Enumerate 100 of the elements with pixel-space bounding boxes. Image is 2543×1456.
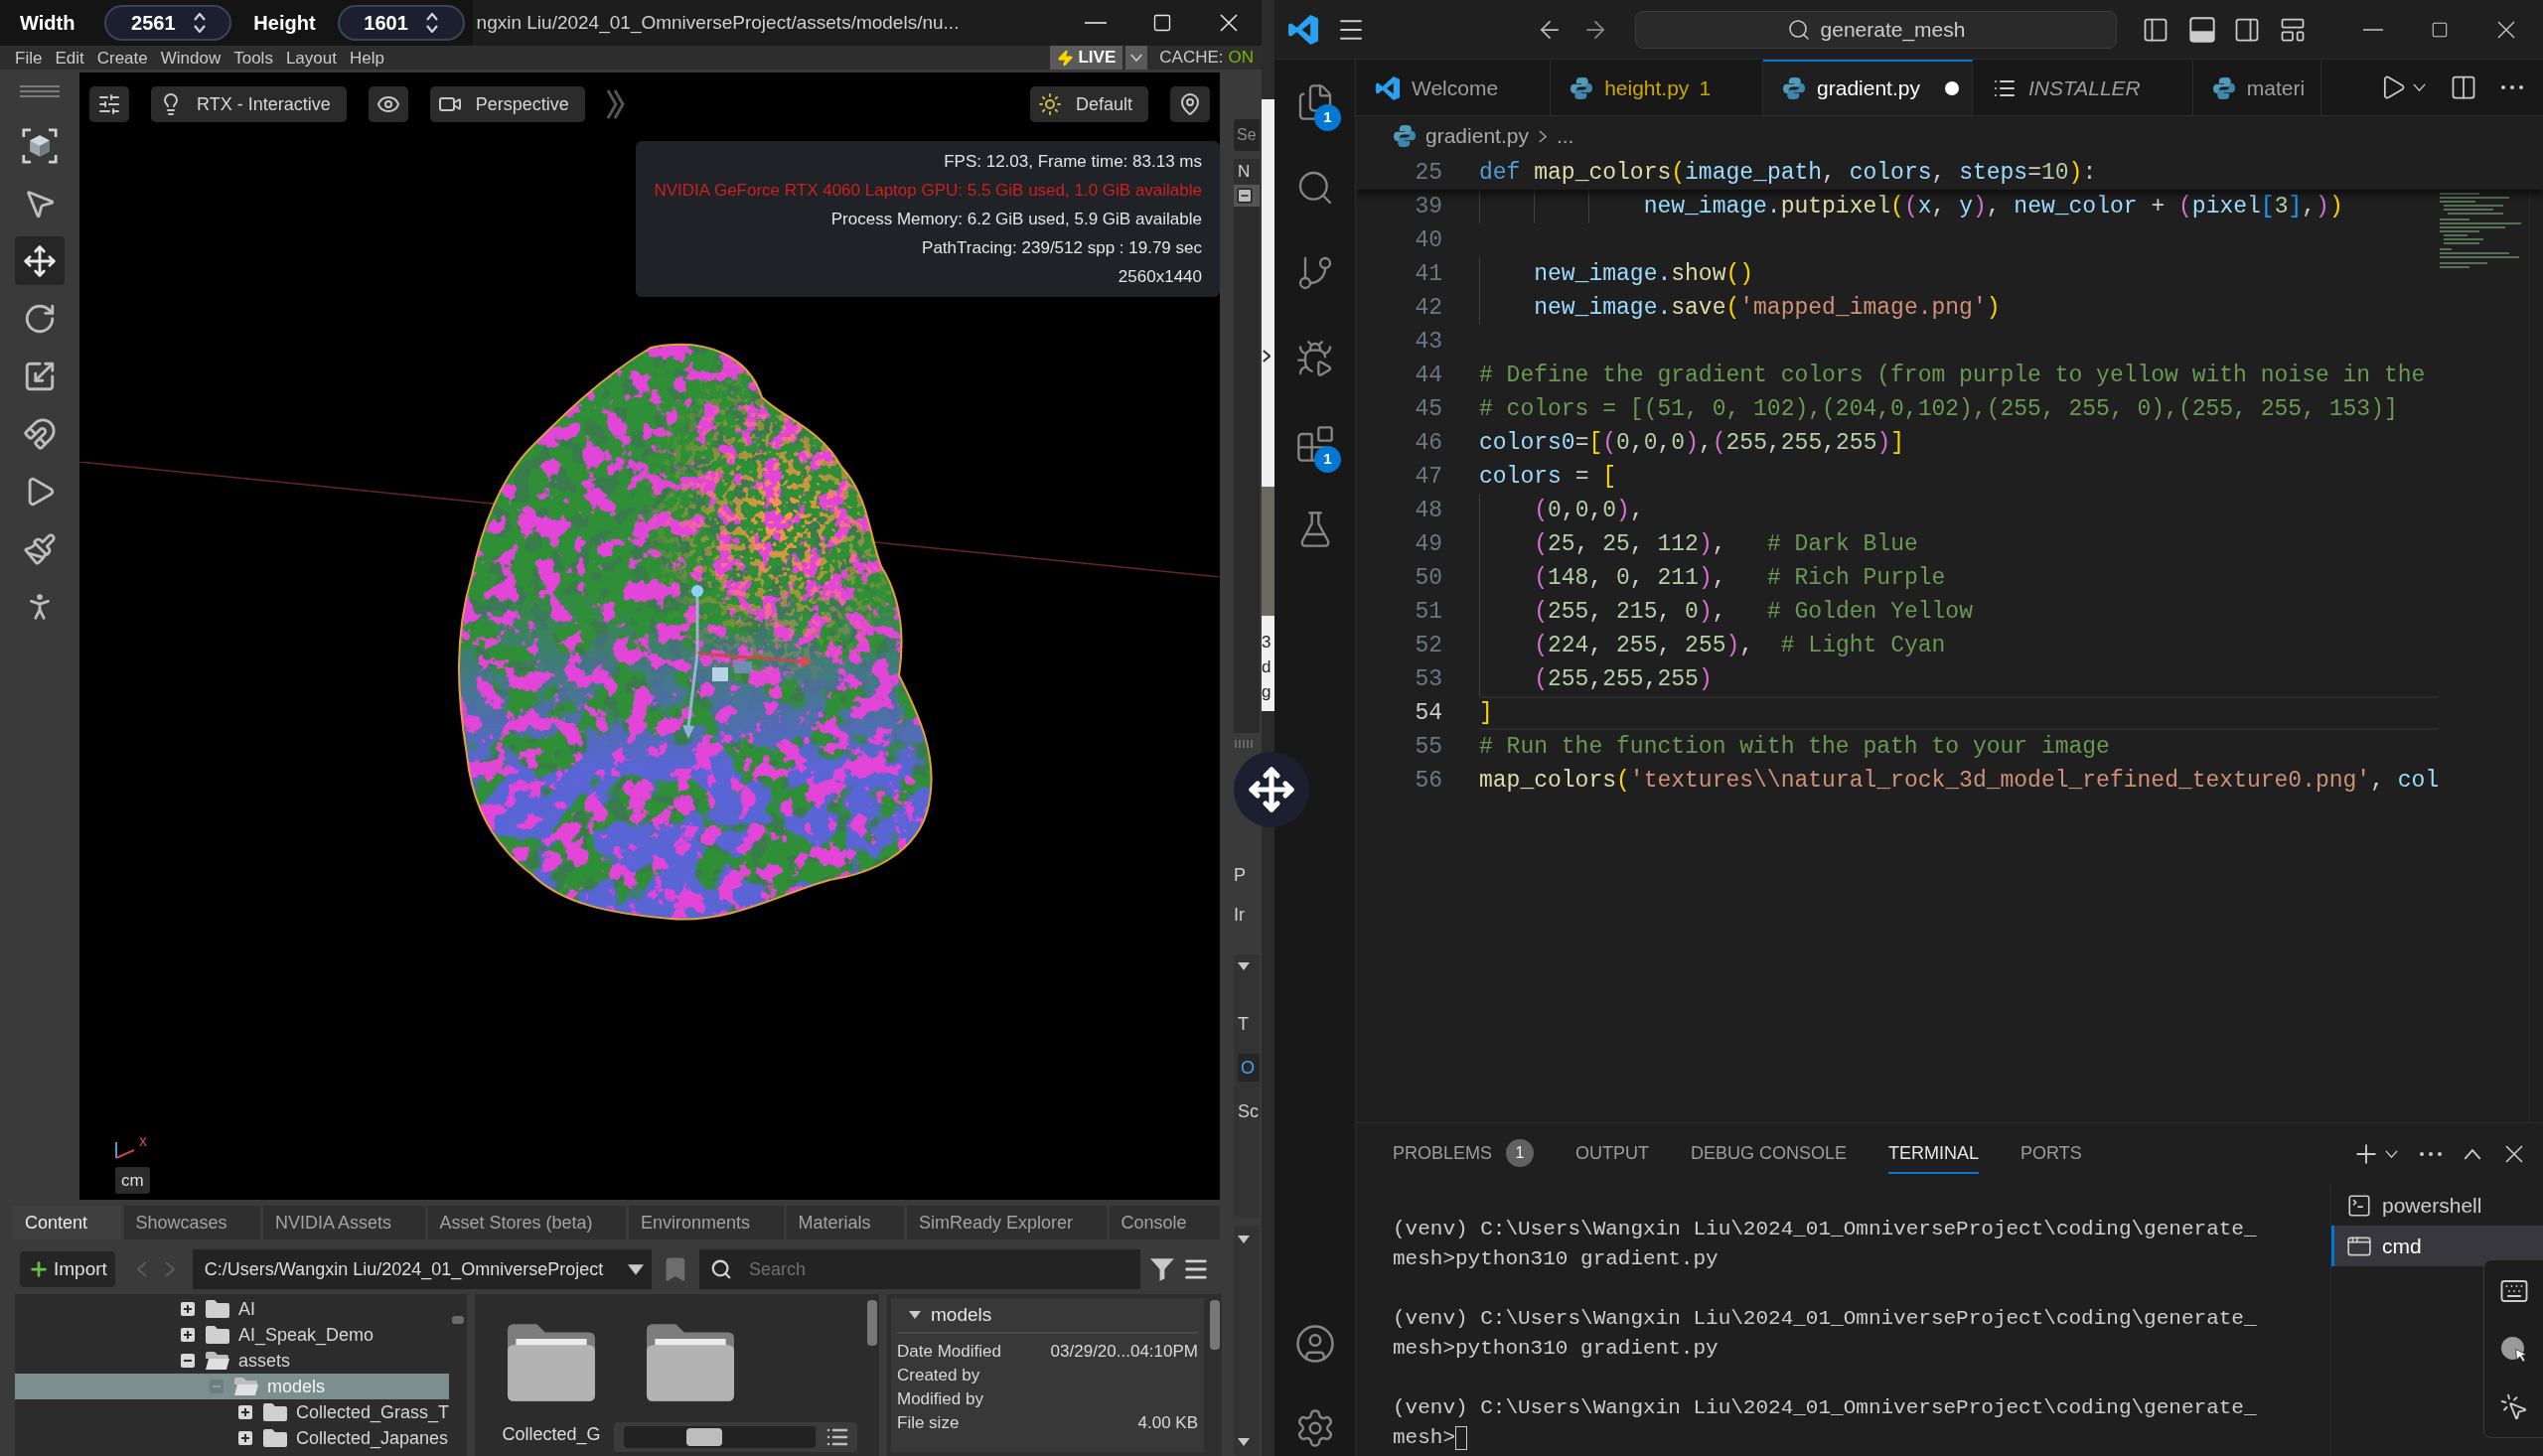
- collapse-triangle-icon[interactable]: [909, 1311, 921, 1319]
- toolbar-button[interactable]: [89, 86, 129, 122]
- maximize-panel-icon[interactable]: [2464, 1148, 2481, 1160]
- toolbar-button[interactable]: [1170, 86, 1210, 122]
- grip-icon[interactable]: [20, 84, 60, 98]
- scrollbar-thumb[interactable]: [452, 1316, 465, 1324]
- menu-item[interactable]: Tools: [233, 49, 273, 67]
- panel-tab[interactable]: PROBLEMS 1: [1393, 1134, 1535, 1174]
- code-line: ]: [1479, 696, 2439, 730]
- close-icon[interactable]: [2505, 1145, 2523, 1163]
- toolbar-button[interactable]: [368, 86, 408, 122]
- close-icon: [1219, 14, 1238, 32]
- panel-tab[interactable]: Materials: [786, 1206, 905, 1239]
- folder-icon[interactable]: [647, 1324, 734, 1401]
- more-icon[interactable]: [2501, 85, 2523, 89]
- expand-icon[interactable]: [238, 1405, 252, 1419]
- import-button[interactable]: Import: [20, 1251, 115, 1287]
- menu-item[interactable]: Edit: [55, 49, 84, 67]
- search-field[interactable]: Se: [1234, 119, 1260, 151]
- more-icon[interactable]: [2420, 1152, 2442, 1156]
- panel-tab[interactable]: PORTS: [2020, 1134, 2082, 1174]
- caret-icon[interactable]: [2385, 1150, 2398, 1158]
- folder-icon[interactable]: [508, 1324, 595, 1401]
- tree-item[interactable]: Collected_Grass_T: [15, 1399, 450, 1425]
- width-label: Width: [20, 11, 75, 36]
- detail-value: 4.00 KB: [1137, 1412, 1198, 1435]
- panel-tab[interactable]: Showcases: [123, 1206, 260, 1239]
- code-line: colors0=[(0,0,0),(255,255,255)]: [1479, 429, 1905, 458]
- unsaved-dot-icon[interactable]: [1944, 81, 1959, 95]
- property-value[interactable]: O: [1238, 1054, 1260, 1082]
- scrollbar-thumb[interactable]: [1210, 1300, 1220, 1350]
- menu-item[interactable]: File: [15, 49, 43, 67]
- grip-icon[interactable]: [1234, 739, 1254, 749]
- slider-thumb[interactable]: [685, 1428, 722, 1446]
- line-number: 56: [1414, 767, 1443, 796]
- toolbar-dropdown-button[interactable]: Perspective: [429, 86, 585, 122]
- panel-tab[interactable]: Console: [1109, 1206, 1221, 1239]
- panel-tab[interactable]: TERMINAL: [1888, 1134, 1980, 1174]
- thumbnail-size-slider[interactable]: [614, 1422, 857, 1452]
- toolbar-dropdown-button[interactable]: Default: [1029, 86, 1148, 122]
- collapse-icon[interactable]: [1236, 187, 1254, 205]
- search-field[interactable]: Search: [742, 1249, 1141, 1289]
- menu-item[interactable]: Create: [96, 49, 148, 67]
- tree-item[interactable]: AI: [15, 1296, 450, 1322]
- menu-item[interactable]: Help: [349, 49, 384, 67]
- breadcrumb-item[interactable]: gradient.py: [1425, 120, 1529, 152]
- dropdown-triangle-icon[interactable]: [1238, 1438, 1250, 1446]
- double-chevron-icon[interactable]: [606, 89, 625, 119]
- split-editor-icon[interactable]: [2450, 73, 2477, 101]
- property-label: P: [1234, 864, 1247, 887]
- panel-tab[interactable]: SimReady Explorer: [907, 1206, 1107, 1239]
- path-field[interactable]: C:/Users/Wangxin Liu/2024_01_OmniverseProject: [192, 1249, 653, 1289]
- cursor-circle-icon[interactable]: [2501, 1336, 2527, 1362]
- caret-icon[interactable]: [2413, 83, 2426, 91]
- panel-tab[interactable]: Environments: [629, 1206, 784, 1239]
- panel-tab[interactable]: DEBUG CONSOLE: [1691, 1134, 1848, 1174]
- terminal-list-item[interactable]: powershell: [2331, 1185, 2543, 1226]
- slider-track[interactable]: [624, 1426, 816, 1448]
- width-spinbox[interactable]: 2561: [104, 5, 232, 41]
- terminal-list-item[interactable]: cmd: [2331, 1226, 2543, 1266]
- live-button[interactable]: LIVE: [1050, 46, 1123, 70]
- editor-tab[interactable]: gradient.py: [1763, 60, 1973, 115]
- filter-icon[interactable]: [1150, 1257, 1175, 1281]
- account-icon[interactable]: [1293, 1323, 1336, 1365]
- line-number: 46: [1414, 429, 1443, 458]
- breadcrumb-item[interactable]: ...: [1556, 120, 1574, 152]
- render-stat-text: 2560x1440: [1118, 266, 1202, 288]
- collapse-triangle-icon[interactable]: [1238, 1236, 1250, 1243]
- panel-tab[interactable]: Content: [13, 1206, 121, 1239]
- stepper-arrows-icon[interactable]: [193, 13, 206, 33]
- tool-button[interactable]: [15, 236, 65, 285]
- height-spinbox[interactable]: 1601: [337, 5, 465, 41]
- dropdown-triangle-icon[interactable]: [628, 1263, 645, 1275]
- panel-tab[interactable]: Asset Stores (beta): [427, 1206, 627, 1239]
- folder-icon: [262, 1402, 288, 1422]
- dropdown-button[interactable]: [1125, 46, 1148, 70]
- terminal-line: mesh>python310 gradient.py: [1393, 1336, 1719, 1362]
- menu-item[interactable]: Window: [160, 49, 222, 67]
- menu-item[interactable]: Layout: [285, 49, 337, 67]
- scrollbar-thumb[interactable]: [867, 1300, 877, 1346]
- click-icon[interactable]: [2499, 1391, 2529, 1422]
- expand-icon[interactable]: [181, 1302, 195, 1316]
- line-number: 54: [1414, 699, 1443, 728]
- panel-toggle-icon[interactable]: [2189, 16, 2215, 43]
- stepper-arrows-icon[interactable]: [425, 13, 438, 33]
- collapse-triangle-icon[interactable]: [1238, 962, 1250, 970]
- toolbar-dropdown-button[interactable]: RTX - Interactive: [151, 86, 347, 122]
- expand-icon[interactable]: [238, 1431, 252, 1445]
- expand-icon[interactable]: [181, 1328, 195, 1342]
- plus-icon: [28, 1258, 50, 1280]
- terminal-line: (venv) C:\Users\Wangxin Liu\2024_01_OmniverseProject\coding\generate_: [1393, 1395, 2257, 1421]
- axis-gizmo-icon: [115, 1140, 135, 1159]
- tree-item[interactable]: AI_Speak_Demo: [15, 1322, 450, 1348]
- app-logo: [1288, 14, 1318, 45]
- panel-tab[interactable]: NVIDIA Assets: [263, 1206, 425, 1239]
- collapse-icon[interactable]: [181, 1354, 195, 1368]
- tree-item[interactable]: assets: [15, 1348, 450, 1374]
- command-center-search[interactable]: generate_mesh: [1635, 10, 2117, 49]
- tree-item[interactable]: Collected_Japanes: [15, 1425, 450, 1451]
- panel-tab[interactable]: OUTPUT: [1575, 1134, 1650, 1174]
